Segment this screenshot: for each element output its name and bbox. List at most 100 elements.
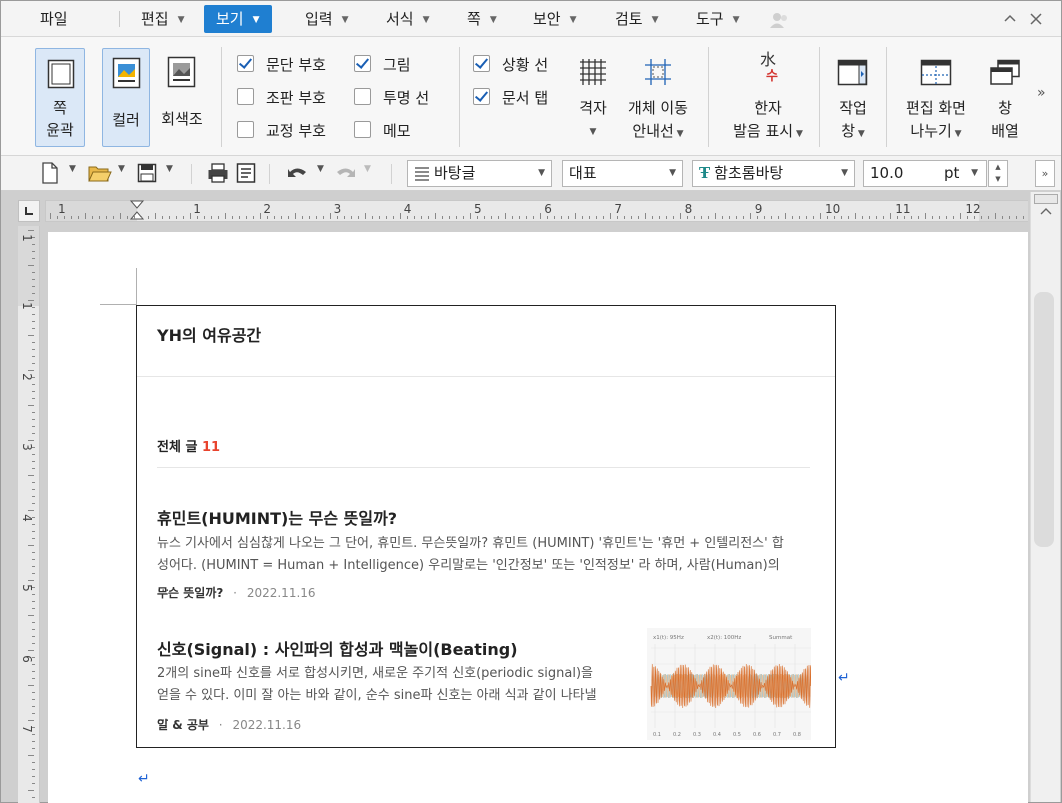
page-outline-button[interactable]: 쪽 윤곽 [35, 48, 85, 147]
ruler-number: 6 [19, 654, 34, 663]
ruler-tick [554, 216, 555, 219]
language-select[interactable]: 대표 ▼ [562, 160, 683, 187]
blog-title[interactable]: YH의 여유공간 [157, 322, 261, 346]
layout-mark-checkbox[interactable]: 조판 부호 [237, 87, 326, 109]
memo-checkbox[interactable]: 메모 [354, 120, 411, 142]
checkbox-empty-icon [354, 121, 371, 138]
chevron-down-icon[interactable]: ▼ [364, 164, 371, 174]
chevron-down-icon[interactable]: ▼ [69, 164, 76, 174]
menu-view[interactable]: 보기 ▼ [204, 5, 272, 33]
stepper-up-icon[interactable]: ▲ [989, 161, 1007, 173]
split-view-button[interactable]: 편집 화면 나누기 ▼ [895, 51, 977, 147]
chevron-down-icon[interactable]: ▼ [317, 164, 324, 174]
tab-stop-selector[interactable] [18, 200, 40, 222]
menu-page[interactable]: 쪽 ▼ [467, 5, 497, 33]
ruler-tick [64, 216, 65, 219]
paragraph-mark-checkbox[interactable]: 문단 부호 [237, 54, 326, 76]
ruler-tick [190, 213, 191, 219]
menu-format[interactable]: 서식 ▼ [386, 5, 430, 33]
font-select[interactable]: Ŧ 함초롬바탕 ▼ [692, 160, 855, 187]
status-line-label: 상황 선 [502, 56, 549, 74]
post-title[interactable]: 신호(Signal) : 사인파의 합성과 맥놀이(Beating) [157, 636, 518, 660]
ruler-tick [32, 454, 35, 455]
ruler-tick [729, 216, 730, 219]
ruler-tick [911, 216, 912, 219]
checkbox-checked-icon [354, 55, 371, 72]
chevron-down-icon[interactable]: ▼ [166, 164, 173, 174]
undo-icon[interactable] [287, 162, 309, 184]
menu-page-label: 쪽 [467, 10, 481, 28]
ruler-tick [32, 426, 35, 427]
post-title[interactable]: 휴민트(HUMINT)는 무슨 뜻일까? [157, 505, 397, 529]
ruler-tick [32, 573, 35, 574]
grid-icon [580, 59, 606, 85]
ruler-tick [32, 797, 35, 798]
chevron-down-icon[interactable]: ▼ [118, 164, 125, 174]
ruler-tick [32, 489, 35, 490]
ruler-tick [99, 216, 100, 219]
scroll-up-icon[interactable] [1040, 207, 1052, 215]
user-icon[interactable] [769, 10, 791, 30]
vertical-scrollbar[interactable] [1030, 192, 1060, 802]
print-icon[interactable] [207, 162, 229, 184]
post-category[interactable]: 일 & 공부 [157, 718, 209, 732]
stepper-down-icon[interactable]: ▼ [989, 173, 1007, 185]
checkbox-empty-icon [237, 88, 254, 105]
vertical-ruler[interactable]: 11234567 [18, 226, 40, 803]
print-preview-icon[interactable] [236, 162, 256, 184]
hanja-pronunciation-button[interactable]: 水 수 한자 발음 표시 ▼ [723, 51, 813, 147]
color-view-button[interactable]: 컬러 [102, 48, 150, 147]
ruler-tick [183, 216, 184, 219]
menu-format-label: 서식 [386, 10, 414, 28]
save-icon[interactable] [137, 162, 157, 184]
horizontal-ruler[interactable]: 1 1 2 3 4 5 6 7 8 9 10 11 12 [45, 200, 1028, 222]
grid-button[interactable]: 격자 ▼ [568, 51, 618, 147]
font-size-input[interactable]: 10.0 pt ▼ [863, 160, 987, 187]
toolbar-expand-icon[interactable]: » [1035, 160, 1055, 187]
proofread-mark-checkbox[interactable]: 교정 부호 [237, 120, 326, 142]
scroll-thumb[interactable] [1034, 292, 1054, 547]
ruler-tick [337, 216, 338, 219]
font-size-stepper[interactable]: ▲ ▼ [988, 160, 1008, 187]
open-folder-icon[interactable] [88, 162, 112, 184]
ruler-tick [32, 776, 35, 777]
scroll-splitter[interactable] [1034, 194, 1058, 204]
picture-checkbox[interactable]: 그림 [354, 54, 411, 76]
ruler-tick [456, 216, 457, 219]
paragraph-style-select[interactable]: 바탕글 ▼ [407, 160, 552, 187]
transparent-line-checkbox[interactable]: 투명 선 [354, 87, 429, 109]
ruler-tick [547, 216, 548, 219]
menu-tools[interactable]: 도구 ▼ [696, 5, 740, 33]
menu-file[interactable]: 파일 [40, 5, 68, 33]
ruler-tick [32, 608, 35, 609]
ruler-tick [750, 213, 751, 219]
menu-insert[interactable]: 입력 ▼ [305, 5, 349, 33]
status-line-checkbox[interactable]: 상황 선 [473, 54, 548, 76]
object-move-guide-button[interactable]: 개체 이동 안내선 ▼ [621, 51, 695, 147]
ruler-tick [32, 251, 35, 252]
chevron-down-icon: ▼ [841, 168, 848, 178]
menu-review[interactable]: 검토 ▼ [615, 5, 659, 33]
ruler-tick [631, 216, 632, 219]
post-thumbnail[interactable]: x1(t): 95Hz x2(t): 100Hz Summat 0.1 0.2 0.… [647, 628, 811, 740]
window-arrange-button[interactable]: 창 배열 [981, 51, 1029, 147]
ruler-tick [932, 216, 933, 219]
close-icon[interactable] [1029, 12, 1043, 26]
ruler-tick [974, 216, 975, 219]
chevron-down-icon: ▼ [252, 14, 260, 25]
ruler-margin-right [979, 201, 1028, 221]
doc-tab-checkbox[interactable]: 문서 탭 [473, 87, 548, 109]
grayscale-button[interactable]: 회색조 [154, 48, 210, 147]
ruler-tick [428, 216, 429, 219]
new-document-icon[interactable] [41, 162, 59, 184]
menu-edit[interactable]: 편집 ▼ [141, 5, 185, 33]
menu-security[interactable]: 보안 ▼ [533, 5, 577, 33]
chevron-up-icon[interactable] [1003, 12, 1017, 24]
more-commands-icon[interactable]: » [1037, 85, 1046, 101]
ruler-tick [904, 216, 905, 219]
ruler-tick [28, 650, 34, 651]
redo-icon[interactable] [334, 162, 356, 184]
post-category[interactable]: 무슨 뜻일까? [157, 586, 223, 600]
work-window-button[interactable]: 작업 창 ▼ [827, 51, 879, 147]
divider [137, 376, 835, 377]
